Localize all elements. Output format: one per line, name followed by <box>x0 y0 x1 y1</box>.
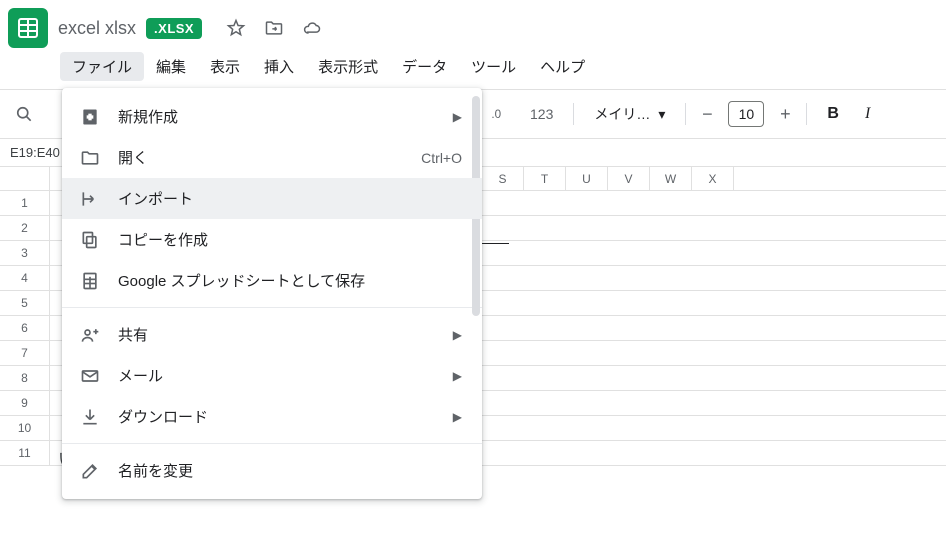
svg-text:.0: .0 <box>491 108 501 121</box>
menu-edit[interactable]: 編集 <box>144 52 198 81</box>
menu-item-label: メール <box>118 365 435 386</box>
column-header[interactable]: W <box>650 167 692 190</box>
column-header[interactable]: T <box>524 167 566 190</box>
menu-item-email[interactable]: メール ▶ <box>62 355 482 396</box>
star-icon[interactable] <box>226 18 246 38</box>
menu-item-rename[interactable]: 名前を変更 <box>62 450 482 491</box>
menu-item-import[interactable]: インポート <box>62 178 482 219</box>
menu-separator <box>62 443 482 444</box>
new-doc-icon <box>80 107 100 127</box>
font-name: メイリ… <box>594 104 650 124</box>
select-all-corner[interactable] <box>0 167 49 191</box>
column-header[interactable]: X <box>692 167 734 190</box>
row-header[interactable]: 8 <box>0 366 49 391</box>
menu-separator <box>62 307 482 308</box>
document-title[interactable]: excel xlsx <box>58 18 136 39</box>
menu-item-label: ダウンロード <box>118 406 435 427</box>
menu-insert[interactable]: 挿入 <box>252 52 306 81</box>
menu-item-download[interactable]: ダウンロード ▶ <box>62 396 482 437</box>
search-icon[interactable] <box>8 98 40 130</box>
rename-icon <box>80 461 100 481</box>
submenu-arrow-icon: ▶ <box>453 369 462 383</box>
menu-item-shortcut: Ctrl+O <box>421 150 462 166</box>
menu-item-label: コピーを作成 <box>118 229 462 250</box>
column-header[interactable]: S <box>482 167 524 190</box>
menu-format[interactable]: 表示形式 <box>306 52 390 81</box>
submenu-arrow-icon: ▶ <box>453 328 462 342</box>
name-box[interactable]: E19:E40 <box>0 139 60 166</box>
row-header[interactable]: 3 <box>0 241 49 266</box>
cloud-icon[interactable] <box>302 18 322 38</box>
decrease-decimal-icon[interactable]: .0 <box>482 98 514 130</box>
menu-view[interactable]: 表示 <box>198 52 252 81</box>
toolbar-divider <box>806 103 807 125</box>
download-icon <box>80 407 100 427</box>
row-header[interactable]: 7 <box>0 341 49 366</box>
mail-icon <box>80 366 100 386</box>
sheets-icon <box>80 271 100 291</box>
row-header[interactable]: 6 <box>0 316 49 341</box>
row-header[interactable]: 10 <box>0 416 49 441</box>
submenu-arrow-icon: ▶ <box>453 410 462 424</box>
folder-icon <box>80 148 100 168</box>
menu-tools[interactable]: ツール <box>459 52 528 81</box>
bold-button[interactable]: B <box>817 105 849 123</box>
menu-item-copy[interactable]: コピーを作成 <box>62 219 482 260</box>
menu-file[interactable]: ファイル <box>60 52 144 81</box>
menubar: ファイル 編集 表示 挿入 表示形式 データ ツール ヘルプ <box>0 48 946 90</box>
menu-item-label: 名前を変更 <box>118 460 462 481</box>
font-decrease-button[interactable]: − <box>696 104 718 125</box>
font-picker[interactable]: メイリ… ▾ <box>584 100 675 128</box>
italic-button[interactable]: I <box>855 105 880 123</box>
import-icon <box>80 189 100 209</box>
file-menu-dropdown: 新規作成 ▶ 開く Ctrl+O インポート コピーを作成 Google スプレ… <box>62 88 482 499</box>
menu-item-open[interactable]: 開く Ctrl+O <box>62 137 482 178</box>
font-size-field[interactable]: 10 <box>728 101 764 127</box>
toolbar-divider <box>685 103 686 125</box>
menu-help[interactable]: ヘルプ <box>528 52 597 81</box>
copy-icon <box>80 230 100 250</box>
font-increase-button[interactable]: + <box>774 104 796 125</box>
row-header[interactable]: 1 <box>0 191 49 216</box>
row-header[interactable]: 2 <box>0 216 49 241</box>
menu-item-share[interactable]: 共有 ▶ <box>62 314 482 355</box>
column-header[interactable]: V <box>608 167 650 190</box>
menu-item-label: 新規作成 <box>118 106 435 127</box>
menu-data[interactable]: データ <box>390 52 459 81</box>
menu-item-label: インポート <box>118 188 462 209</box>
sheets-app-icon[interactable] <box>8 8 48 48</box>
chevron-down-icon: ▾ <box>658 106 665 123</box>
menu-item-label: 開く <box>118 147 403 168</box>
share-icon <box>80 325 100 345</box>
row-header[interactable]: 11 <box>0 441 49 466</box>
row-header[interactable]: 9 <box>0 391 49 416</box>
submenu-arrow-icon: ▶ <box>453 110 462 124</box>
column-header[interactable]: U <box>566 167 608 190</box>
menu-item-label: Google スプレッドシートとして保存 <box>118 270 462 291</box>
xlsx-badge: .XLSX <box>146 18 202 39</box>
move-folder-icon[interactable] <box>264 18 284 38</box>
row-header[interactable]: 4 <box>0 266 49 291</box>
row-header[interactable]: 5 <box>0 291 49 316</box>
menu-item-label: 共有 <box>118 324 435 345</box>
menu-item-new[interactable]: 新規作成 ▶ <box>62 96 482 137</box>
menu-item-save-as-sheets[interactable]: Google スプレッドシートとして保存 <box>62 260 482 301</box>
toolbar-divider <box>573 103 574 125</box>
number-format-123[interactable]: 123 <box>520 102 563 126</box>
